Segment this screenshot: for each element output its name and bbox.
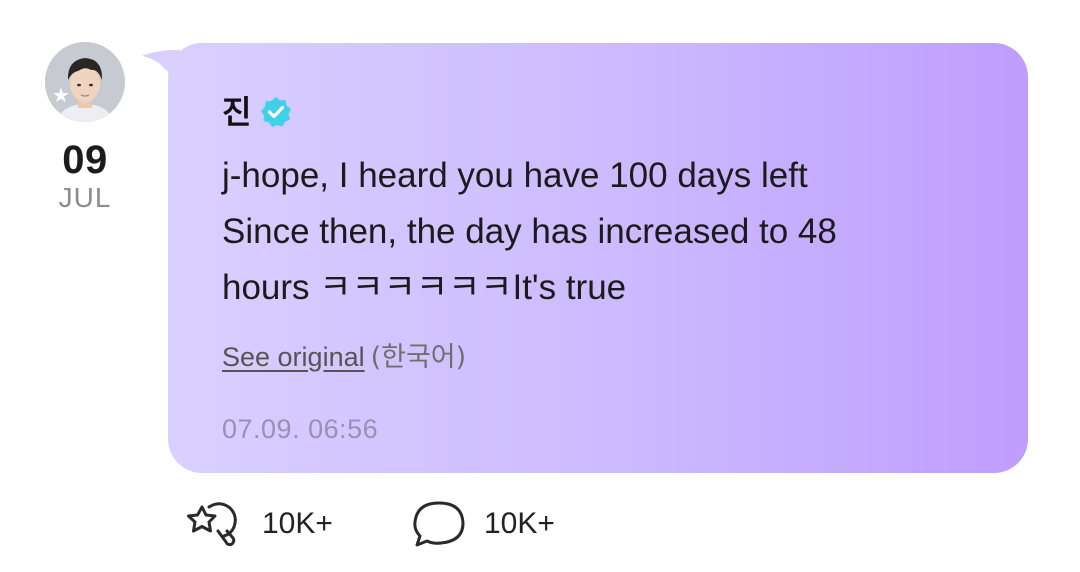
translation-row: See original (한국어) [222,339,466,376]
avatar-image [45,42,125,122]
message-line: j-hope, I heard you have 100 days left [222,156,808,195]
author-row: 진 [222,90,293,134]
comment-bubble-icon [413,501,465,547]
verified-badge-icon [261,97,292,127]
post-date-day: 09 [62,138,108,182]
author-name[interactable]: 진 [222,92,251,132]
post-timestamp: 07.09. 06:56 [222,414,379,444]
message-text: j-hope, I heard you have 100 days left S… [222,148,1002,316]
original-language-label: (한국어) [370,342,467,373]
star-icon: ★ [52,83,70,107]
message-line: hours ㅋㅋㅋㅋㅋㅋIt's true [222,268,627,307]
message-line: Since then, the day has increased to 48 [222,212,837,251]
see-original-link[interactable]: See original [222,342,365,372]
like-button[interactable]: 10K+ [182,498,333,550]
like-count: 10K+ [262,507,333,540]
author-avatar[interactable] [45,42,125,122]
comment-button[interactable]: 10K+ [410,498,555,550]
comment-count: 10K+ [484,507,555,540]
post-date-month: JUL [58,182,112,213]
reaction-like-icon [187,502,237,547]
